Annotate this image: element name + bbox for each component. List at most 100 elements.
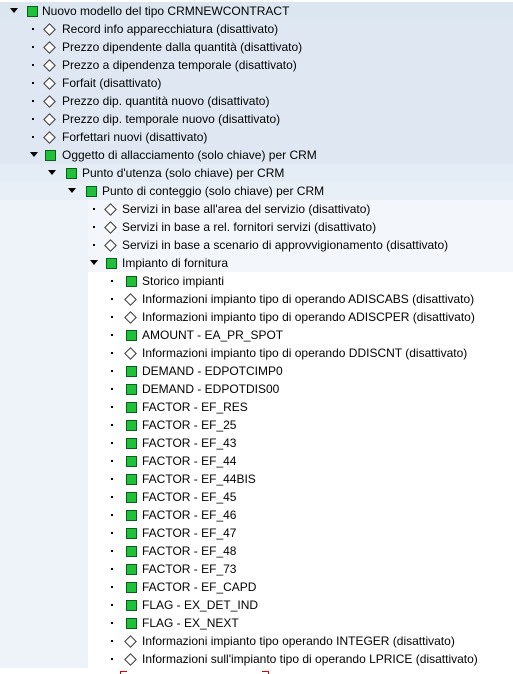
tree-row[interactable]: Servizi in base a rel. fornitori servizi… [0, 218, 513, 236]
indent-band [0, 470, 88, 488]
expand-arrow-icon[interactable] [48, 170, 56, 175]
indent-band [0, 560, 88, 578]
expand-arrow-icon[interactable] [10, 8, 18, 13]
green-node-icon [126, 438, 137, 449]
tree-row-label: FACTOR - EF_73 [142, 562, 237, 576]
tree-row[interactable]: Prezzo dipendente dalla quantità (disatt… [0, 38, 513, 56]
tree-row[interactable]: FACTOR - EF_43 [0, 434, 513, 452]
tree-bullet-icon [32, 82, 34, 84]
green-node-icon [86, 186, 97, 197]
tree-row[interactable]: Punto d'utenza (solo chiave) per CRM [0, 164, 513, 182]
tree-row[interactable]: Prezzo a dipendenza temporale (disattiva… [0, 56, 513, 74]
tree-row-label: FACTOR - EF_CAPD [142, 580, 257, 594]
green-node-icon [45, 150, 56, 161]
tree-bullet-icon [111, 604, 113, 606]
tree-row-label: FACTOR - EF_43 [142, 436, 237, 450]
tree-row[interactable]: Informazioni impianto tipo operando INTE… [0, 632, 513, 650]
tree-row[interactable]: Servizi in base all'area del servizio (d… [0, 200, 513, 218]
tree-row[interactable]: FACTOR - EF_25 [0, 416, 513, 434]
tree-row[interactable]: DEMAND - EDPOTCIMP0 [0, 362, 513, 380]
tree-row-label: FACTOR - EF_25 [142, 418, 237, 432]
indent-band [0, 578, 88, 596]
tree-row[interactable]: Informazioni sull'impianto tipo di opera… [0, 650, 513, 668]
tree-row-label: Informazioni impianto tipo operando INTE… [142, 634, 455, 648]
tree-row-label: FLAG - EX_DET_IND [142, 598, 259, 612]
tree-bullet-icon [32, 64, 34, 66]
tree-row[interactable]: FACTOR - EF_48 [0, 542, 513, 560]
tree-row-label: FACTOR - EF_RES [142, 400, 248, 414]
tree-row[interactable]: Impianto di fornitura [0, 254, 513, 272]
tree-row[interactable]: FLAG - EX_DET_IND [0, 596, 513, 614]
indent-band [0, 200, 88, 218]
tree-row[interactable]: FACTOR - EF_47 [0, 524, 513, 542]
tree-row[interactable]: FACTOR - EF_44 [0, 452, 513, 470]
tree-row[interactable]: Nuovo modello del tipo CRMNEWCONTRACT [0, 2, 513, 20]
inactive-diamond-icon [104, 239, 117, 252]
tree-row[interactable]: AMOUNT - EA_PR_SPOT [0, 326, 513, 344]
tree-row-label: Prezzo a dipendenza temporale (disattiva… [62, 58, 297, 72]
tree-bullet-icon [111, 388, 113, 390]
inactive-diamond-icon [124, 653, 137, 666]
tree-row[interactable]: Punto di conteggio (solo chiave) per CRM [0, 182, 513, 200]
indent-band [0, 380, 88, 398]
tree-bullet-icon [111, 370, 113, 372]
tree-row-label: Impianto di fornitura [122, 256, 229, 270]
tree-row-label: Forfettari nuovi (disattivato) [62, 130, 208, 144]
green-node-icon [126, 510, 137, 521]
inactive-diamond-icon [43, 113, 56, 126]
indent-band [0, 272, 88, 290]
tree-row[interactable]: Storico impianti [0, 272, 513, 290]
tree-row[interactable]: Forfettari nuovi (disattivato) [0, 128, 513, 146]
indent-band [0, 596, 88, 614]
indent-band [0, 614, 88, 632]
inactive-diamond-icon [124, 347, 137, 360]
tree-row[interactable]: Prezzo dip. temporale nuovo (disattivato… [0, 110, 513, 128]
inactive-diamond-icon [124, 311, 137, 324]
tree-row[interactable]: DEMAND - EDPOTDIS00 [0, 380, 513, 398]
tree-row[interactable]: Servizi in base a scenario di approvvigi… [0, 236, 513, 254]
tree-row[interactable]: FACTOR - EF_44BIS [0, 470, 513, 488]
tree-row[interactable]: FLAG - EX_NEXT [0, 614, 513, 632]
expand-arrow-icon[interactable] [30, 152, 38, 157]
tree-row-label: FACTOR - EF_45 [142, 490, 237, 504]
indent-band [0, 524, 88, 542]
indent-band [0, 488, 88, 506]
indent-band [0, 308, 88, 326]
expand-arrow-icon[interactable] [68, 188, 76, 193]
tree-row-label: FACTOR - EF_44 [142, 454, 237, 468]
tree-row[interactable]: FACTOR - EF_CAPD [0, 578, 513, 596]
tree-row[interactable]: Informazioni impianto tipo di operando D… [0, 344, 513, 362]
green-node-icon [126, 618, 137, 629]
tree-row-label: Punto d'utenza (solo chiave) per CRM [82, 166, 285, 180]
green-node-icon [126, 402, 137, 413]
tree-row-label: Informazioni impianto tipo di operando A… [142, 292, 475, 306]
tree-row[interactable]: Informazioni impianto tipo di operando A… [0, 308, 513, 326]
tree-row-label: Nuovo modello del tipo CRMNEWCONTRACT [42, 4, 290, 18]
tree-row-label: Informazioni impianto tipo di operando A… [142, 310, 475, 324]
tree-bullet-icon [111, 532, 113, 534]
tree-row-label: Forfait (disattivato) [62, 76, 162, 90]
tree-row[interactable]: Record info apparecchiatura (disattivato… [0, 20, 513, 38]
green-node-icon [126, 564, 137, 575]
tree-bullet-icon [32, 46, 34, 48]
tree-bullet-icon [111, 460, 113, 462]
tree-row-label: Punto di conteggio (solo chiave) per CRM [102, 184, 325, 198]
tree-bullet-icon [111, 658, 113, 660]
indent-band [0, 434, 88, 452]
inactive-diamond-icon [43, 59, 56, 72]
tree-row[interactable]: FACTOR - EF_RES [0, 398, 513, 416]
tree-row[interactable]: FACTOR - EF_73 [0, 560, 513, 578]
tree-bullet-icon [111, 514, 113, 516]
expand-arrow-icon[interactable] [90, 260, 98, 265]
tree-row-label: Prezzo dip. quantità nuovo (disattivato) [62, 94, 270, 108]
tree-row[interactable]: Prezzo dip. quantità nuovo (disattivato) [0, 92, 513, 110]
tree-row[interactable]: FACTOR - EF_46 [0, 506, 513, 524]
green-node-icon [126, 420, 137, 431]
tree-row[interactable]: Oggetto di allacciamento (solo chiave) p… [0, 146, 513, 164]
tree-row[interactable]: Forfait (disattivato) [0, 74, 513, 92]
tree-row[interactable]: FACTOR - EF_45 [0, 488, 513, 506]
tree-row[interactable]: Informazioni impianto tipo di operando A… [0, 290, 513, 308]
tree-row-label: Informazioni sull'impianto tipo di opera… [142, 652, 478, 666]
green-node-icon [126, 366, 137, 377]
tree-row-label: Servizi in base all'area del servizio (d… [122, 202, 371, 216]
